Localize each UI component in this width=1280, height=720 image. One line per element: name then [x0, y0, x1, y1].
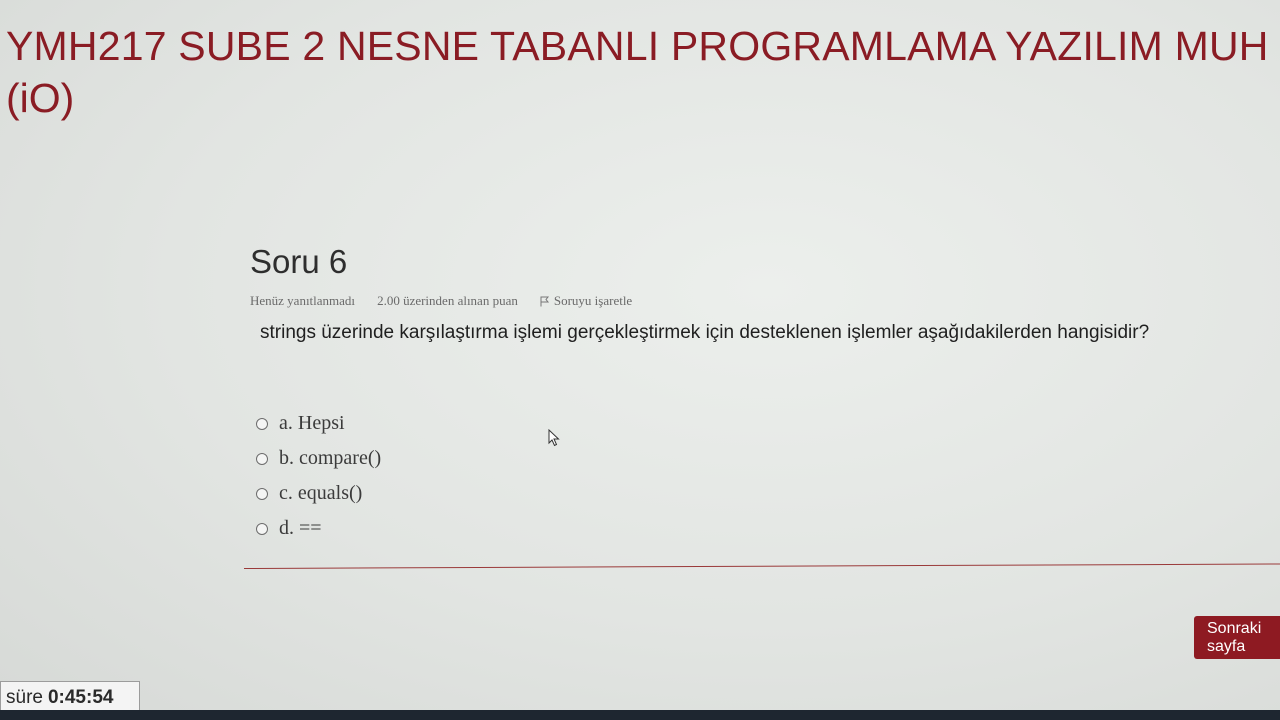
- radio-button[interactable]: [256, 487, 268, 500]
- radio-button[interactable]: [256, 522, 268, 535]
- mouse-cursor-icon: [548, 429, 560, 447]
- radio-button[interactable]: [256, 452, 268, 465]
- question-text: strings üzerinde karşılaştırma işlemi ge…: [260, 322, 1150, 343]
- answer-option-a[interactable]: a. Hepsi: [256, 406, 381, 441]
- question-meta: Henüz yanıtlanmadı 2.00 üzerinden alınan…: [250, 293, 632, 309]
- question-number: Soru 6: [250, 243, 348, 280]
- answer-label: a. Hepsi: [279, 412, 345, 434]
- os-taskbar: [0, 710, 1280, 720]
- question-status: Henüz yanıtlanmadı: [250, 293, 356, 308]
- answer-option-d[interactable]: d. ==: [256, 511, 381, 546]
- course-title: YMH217 SUBE 2 NESNE TABANLI PROGRAMLAMA …: [6, 23, 1269, 69]
- timer-label: süre: [6, 686, 43, 708]
- answer-label: b. compare(): [279, 447, 382, 469]
- answer-label: c. equals(): [279, 482, 363, 504]
- flag-question-link[interactable]: Soruyu işaretle: [540, 293, 632, 309]
- section-divider: [243, 563, 1280, 569]
- answer-options: a. Hepsi b. compare() c. equals() d. ==: [256, 406, 381, 546]
- answer-label: d. ==: [279, 517, 322, 539]
- flag-icon: [540, 296, 549, 306]
- answer-option-c[interactable]: c. equals(): [256, 476, 381, 511]
- timer-value: 0:45:54: [47, 686, 114, 708]
- flag-question-label: Soruyu işaretle: [553, 293, 633, 308]
- next-page-button[interactable]: Sonraki sayfa: [1194, 616, 1280, 659]
- answer-option-b[interactable]: b. compare(): [256, 441, 381, 476]
- radio-button[interactable]: [256, 417, 268, 430]
- question-points: 2.00 üzerinden alınan puan: [377, 293, 518, 308]
- course-subtitle: (iO): [6, 75, 75, 121]
